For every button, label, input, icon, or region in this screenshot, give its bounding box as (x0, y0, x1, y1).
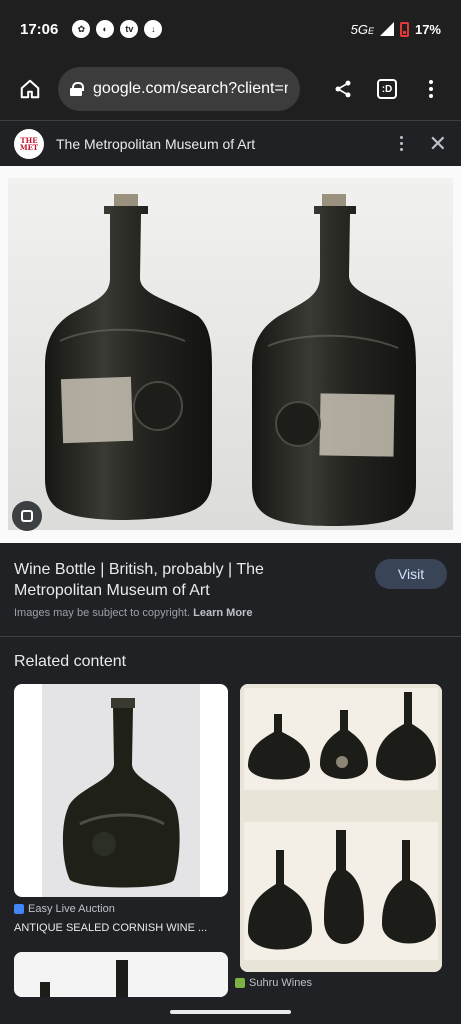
home-gesture-handle[interactable] (170, 1010, 291, 1014)
related-image-2[interactable] (240, 684, 442, 972)
download-icon: ↓ (144, 20, 163, 38)
browser-menu-button[interactable] (415, 73, 447, 105)
status-right: 5GE 17% (351, 21, 441, 37)
toolbar-actions: :D (327, 73, 447, 105)
result-info: Wine Bottle | British, probably | The Me… (0, 543, 461, 637)
learn-more-link[interactable]: Learn More (193, 607, 252, 619)
related-source-2-label: Suhru Wines (249, 977, 312, 989)
wine-bottles-photo (0, 166, 461, 543)
gesture-nav-bar (0, 997, 461, 1024)
tab-switcher-button[interactable]: :D (377, 79, 397, 99)
url-bar[interactable]: google.com/search?client=ms (58, 67, 300, 111)
url-text: google.com/search?client=ms (93, 80, 288, 97)
source-actions: ✕ (399, 131, 447, 157)
auction-favicon-icon (14, 904, 24, 914)
result-image[interactable] (0, 166, 461, 543)
logo-line-2: MET (19, 142, 39, 152)
copyright-notice: Images may be subject to copyright. Lear… (14, 607, 252, 619)
signal-icon (379, 22, 394, 36)
browser-toolbar: google.com/search?client=ms :D (0, 58, 461, 120)
brightness-icon: ◐ (96, 20, 115, 38)
status-bar: 17:06 ✿ ◐ tv ↓ 5GE 17% (0, 0, 461, 58)
network-suffix: E (367, 25, 374, 36)
lock-icon (70, 82, 85, 96)
copyright-text: Images may be subject to copyright. (14, 607, 191, 619)
share-icon[interactable] (327, 73, 359, 105)
lens-icon (21, 510, 33, 522)
related-caption-1[interactable]: ANTIQUE SEALED CORNISH WINE ... (14, 922, 228, 934)
status-time: 17:06 (20, 20, 59, 38)
battery-percent: 17% (414, 21, 441, 37)
bottle-photo-3 (14, 952, 228, 997)
source-title: The Metropolitan Museum of Art (56, 135, 256, 152)
related-image-1[interactable] (14, 684, 228, 897)
related-source-1: Easy Live Auction (14, 903, 115, 915)
winery-favicon-icon (235, 978, 245, 988)
related-heading: Related content (14, 653, 127, 670)
home-icon[interactable] (14, 73, 46, 105)
image-source-bar: THE MET The Metropolitan Museum of Art ✕ (0, 120, 461, 166)
lens-search-button[interactable] (12, 501, 42, 531)
result-title[interactable]: Wine Bottle | British, probably | The Me… (14, 559, 314, 601)
related-source-2: Suhru Wines (235, 977, 312, 989)
tv-app-icon: tv (120, 20, 139, 38)
network-indicator: 5GE (351, 22, 374, 37)
close-icon[interactable]: ✕ (429, 131, 447, 157)
met-logo: THE MET (14, 128, 44, 159)
more-options-icon[interactable] (399, 136, 403, 151)
related-image-3[interactable] (14, 952, 228, 997)
notification-app-icon: ✿ (72, 20, 91, 38)
battery-icon (399, 21, 409, 37)
bottle-photo-1 (42, 684, 200, 897)
related-source-1-label: Easy Live Auction (28, 903, 115, 915)
bottles-plate-photo (240, 684, 442, 972)
network-label: 5G (350, 21, 368, 37)
more-vert-icon (429, 80, 433, 98)
visit-button[interactable]: Visit (375, 559, 447, 589)
